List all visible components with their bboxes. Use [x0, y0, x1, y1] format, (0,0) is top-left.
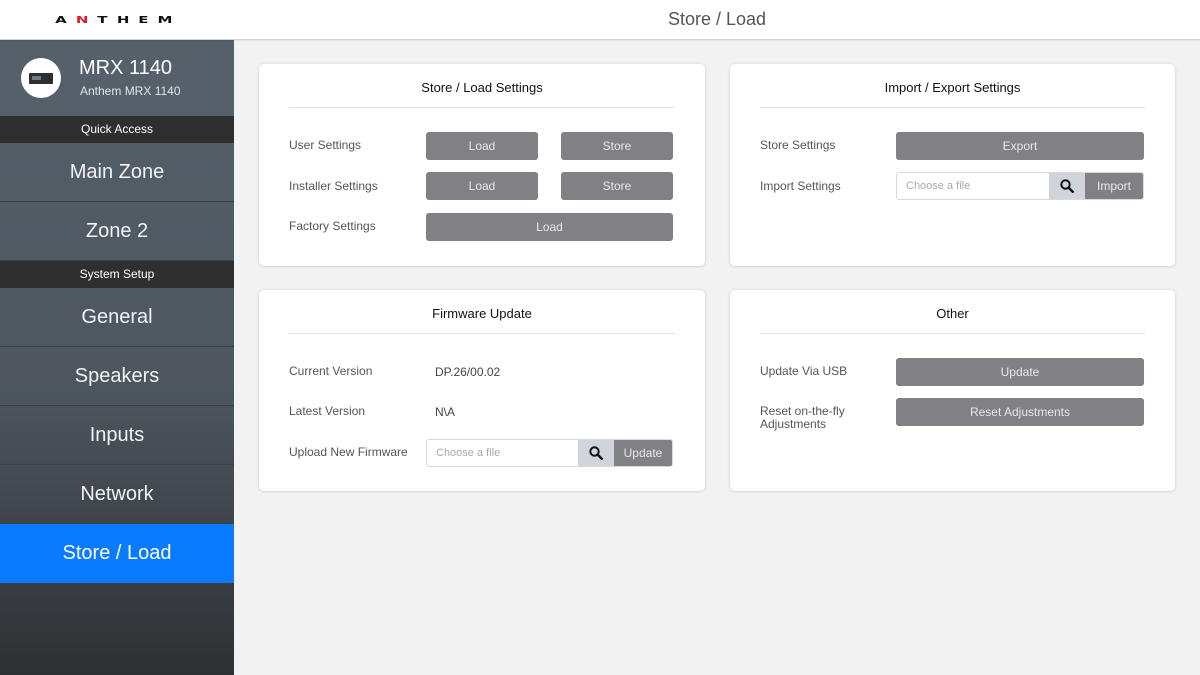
logo-letter: T	[97, 14, 108, 26]
sidebar-item-store-load[interactable]: Store / Load	[0, 524, 234, 583]
store-load-settings-card: Store / Load Settings User Settings Load…	[259, 64, 705, 266]
section-header-system-setup: System Setup	[0, 261, 234, 288]
other-card: Other Update Via USB Update Reset on-the…	[730, 290, 1175, 491]
upload-firmware-label: Upload New Firmware	[289, 445, 408, 459]
card-title: Import / Export Settings	[760, 80, 1145, 108]
installer-settings-store-button[interactable]: Store	[561, 172, 673, 200]
reset-adjustments-button[interactable]: Reset Adjustments	[896, 398, 1144, 426]
factory-settings-load-button[interactable]: Load	[426, 213, 673, 241]
current-version-value: DP.26/00.02	[435, 365, 501, 379]
installer-settings-load-button[interactable]: Load	[426, 172, 538, 200]
top-bar: A N T H E M Store / Load	[0, 0, 1200, 40]
latest-version-value: N\A	[435, 405, 456, 419]
sidebar-item-speakers[interactable]: Speakers	[0, 347, 234, 406]
import-button[interactable]: Import	[1085, 173, 1143, 199]
card-title: Other	[760, 306, 1145, 334]
firmware-update-card: Firmware Update Current Version DP.26/00…	[259, 290, 705, 491]
usb-update-button[interactable]: Update	[896, 358, 1144, 386]
anthem-logo: A N T H E M	[55, 14, 173, 26]
device-name: MRX 1140	[79, 57, 173, 79]
search-icon	[1060, 179, 1074, 193]
import-settings-label: Import Settings	[760, 179, 841, 193]
page-title: Store / Load	[667, 9, 767, 29]
firmware-file-picker: Update	[426, 439, 673, 467]
current-version-label: Current Version	[289, 364, 373, 378]
sidebar-item-zone-2[interactable]: Zone 2	[0, 202, 234, 261]
device-header[interactable]: MRX 1140 Anthem MRX 1140	[0, 40, 234, 116]
import-export-settings-card: Import / Export Settings Store Settings …	[730, 64, 1175, 266]
sidebar-item-main-zone[interactable]: Main Zone	[0, 143, 234, 202]
installer-settings-label: Installer Settings	[289, 179, 378, 193]
reset-adjustments-label: Reset on-the-fly Adjustments	[760, 404, 845, 431]
sidebar: MRX 1140 Anthem MRX 1140 Quick Access Ma…	[0, 40, 234, 675]
user-settings-label: User Settings	[289, 138, 362, 152]
firmware-browse-button[interactable]	[578, 440, 614, 466]
card-title: Firmware Update	[289, 306, 675, 334]
section-header-quick-access: Quick Access	[0, 116, 234, 143]
logo-letter: A	[55, 14, 67, 26]
logo-letter: H	[116, 14, 130, 26]
sidebar-item-general[interactable]: General	[0, 288, 234, 347]
store-settings-label: Store Settings	[760, 138, 836, 152]
logo-letter: M	[157, 14, 173, 26]
user-settings-load-button[interactable]: Load	[426, 132, 538, 160]
sidebar-item-network[interactable]: Network	[0, 465, 234, 524]
device-subtitle: Anthem MRX 1140	[80, 84, 181, 98]
update-via-usb-label: Update Via USB	[760, 364, 848, 378]
receiver-icon	[21, 58, 61, 98]
logo-letter: E	[138, 14, 149, 26]
export-button[interactable]: Export	[896, 132, 1144, 160]
factory-settings-label: Factory Settings	[289, 219, 376, 233]
firmware-file-input[interactable]	[427, 440, 578, 466]
import-file-input[interactable]	[897, 173, 1049, 199]
import-file-picker: Import	[896, 172, 1144, 200]
latest-version-label: Latest Version	[289, 404, 366, 418]
firmware-update-button[interactable]: Update	[614, 440, 672, 466]
card-title: Store / Load Settings	[289, 80, 675, 108]
search-icon	[589, 446, 603, 460]
sidebar-item-inputs[interactable]: Inputs	[0, 406, 234, 465]
import-browse-button[interactable]	[1049, 173, 1085, 199]
logo-letter: N	[75, 14, 89, 26]
user-settings-store-button[interactable]: Store	[561, 132, 673, 160]
